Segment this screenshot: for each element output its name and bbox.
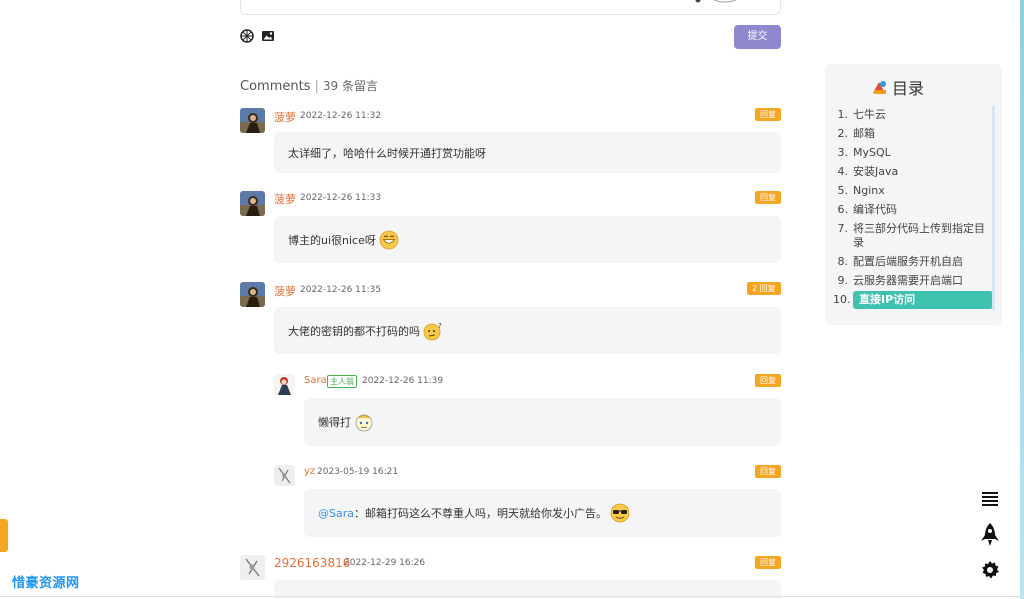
table-of-contents: 目录 1. 七牛云 2. 邮箱 3. MySQL 4. 安装Java 5. Nginx 6…	[825, 64, 1002, 325]
comment-body: 博主的ui很nice呀	[274, 216, 781, 263]
toc-item[interactable]: 7. 将三部分代码上传到指定目录	[833, 222, 993, 250]
comment-editor[interactable]	[240, 0, 781, 15]
reply-button[interactable]: 回复	[755, 191, 781, 204]
toc-item[interactable]: 3. MySQL	[833, 146, 993, 160]
toc-item[interactable]: 2. 邮箱	[833, 127, 993, 141]
comment-text: 博主的ui很nice呀	[288, 233, 376, 247]
comment-date: 2022-12-26 11:32	[300, 111, 382, 121]
comment-author[interactable]: 菠萝	[274, 283, 296, 299]
avatar[interactable]	[240, 191, 265, 216]
svg-text:?: ?	[438, 322, 442, 330]
reply-button[interactable]: 2 回复	[747, 282, 781, 295]
toc-icon	[873, 80, 886, 94]
toc-list: 1. 七牛云 2. 邮箱 3. MySQL 4. 安装Java 5. Nginx 6. 编译…	[833, 108, 993, 314]
mention-link[interactable]: @Sara	[318, 507, 354, 520]
page-edge-decoration	[1020, 0, 1024, 599]
toc-item[interactable]: 9. 云服务器需要开启端口	[833, 274, 993, 288]
thinking-emoji-icon: ?	[423, 322, 442, 340]
comment-date: 2022-12-26 11:33	[300, 193, 382, 203]
gear-icon[interactable]	[980, 560, 1000, 580]
grin-emoji-icon	[379, 230, 399, 249]
comments-count: 39 条留言	[322, 79, 378, 93]
avatar[interactable]	[240, 555, 265, 580]
image-upload-icon[interactable]	[261, 29, 275, 43]
comments-title: Comments	[240, 79, 311, 94]
comment-author[interactable]: 菠萝	[274, 191, 296, 207]
reply-button[interactable]: 回复	[755, 108, 781, 121]
comment-body: 大佬的密钥的都不打码的吗 ?	[274, 307, 781, 354]
toc-item[interactable]: 8. 配置后端服务开机自启	[833, 255, 993, 269]
toc-item[interactable]: 6. 编译代码	[833, 203, 993, 217]
comment-author[interactable]: 2926163816	[274, 556, 350, 570]
comment-author[interactable]: yz	[304, 466, 315, 477]
sunglasses-emoji-icon	[610, 503, 630, 523]
avatar[interactable]	[240, 282, 265, 307]
toc-item[interactable]: 1. 七牛云	[833, 108, 993, 122]
reply-button[interactable]: 回复	[755, 374, 781, 387]
toc-item[interactable]: 5. Nginx	[833, 184, 993, 198]
comment-text: 懒得打	[318, 416, 351, 429]
comment-text: 太详细了，哈哈什么时候开通打赏功能呀	[288, 146, 486, 160]
comment-date: 2023-05-19 16:21	[317, 467, 399, 477]
bottom-divider	[0, 596, 1024, 597]
reply-button[interactable]: 回复	[755, 465, 781, 478]
avatar[interactable]	[240, 108, 265, 133]
reply-button[interactable]: 回复	[755, 556, 781, 569]
comment-text: 大佬的密钥的都不打码的吗	[288, 324, 420, 338]
avatar[interactable]	[274, 374, 295, 395]
toc-item-active[interactable]: 10. 直接IP访问	[833, 291, 993, 309]
comment-date: 2022-12-26 11:35	[300, 285, 382, 295]
lazy-emoji-icon	[355, 414, 373, 432]
toc-title: 目录	[871, 75, 924, 99]
toc-scrollbar[interactable]	[992, 106, 995, 310]
comment-body: @Sara ：邮箱打码这么不尊重人吗，明天就给你发小广告。	[304, 489, 781, 537]
site-logo: 惜豪资源网	[12, 576, 80, 591]
owner-badge: 主人翁	[327, 375, 357, 388]
comment-body: 太详细了，哈哈什么时候开通打赏功能呀	[274, 132, 781, 173]
comment-date: 2022-12-26 11:39	[362, 376, 444, 386]
menu-icon[interactable]	[980, 489, 1000, 509]
comments-heading: Comments | 39 条留言	[240, 79, 378, 94]
comment-author[interactable]: Sara	[304, 375, 327, 386]
comment-author[interactable]: 菠萝	[274, 109, 296, 125]
avatar[interactable]	[274, 465, 295, 486]
comment-body: 懒得打	[304, 398, 781, 446]
rocket-icon[interactable]	[980, 522, 1000, 548]
toc-item[interactable]: 4. 安装Java	[833, 165, 993, 179]
comment-date: 2022-12-29 16:26	[344, 558, 426, 568]
emoji-picker-icon[interactable]	[240, 29, 254, 43]
comment-text: ：邮箱打码这么不尊重人吗，明天就给你发小广告。	[354, 507, 607, 520]
editor-doodle-icon	[695, 0, 737, 3]
submit-button[interactable]: 提交	[734, 25, 781, 49]
side-tab[interactable]	[0, 519, 8, 552]
